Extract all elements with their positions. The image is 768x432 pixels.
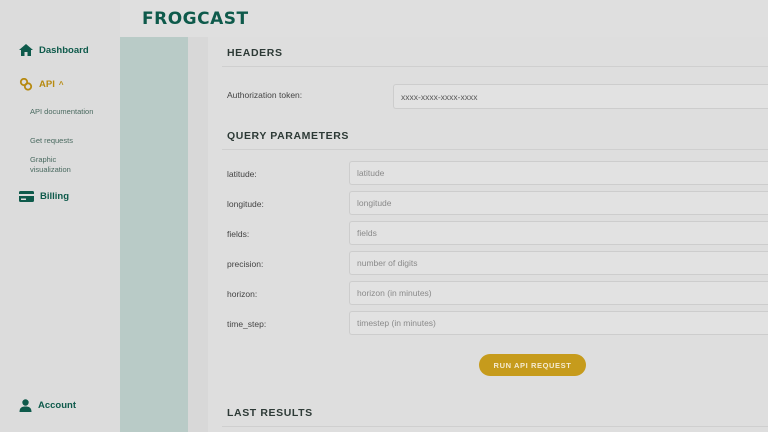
billing-icon <box>19 191 34 202</box>
section-title-query-parameters: QUERY PARAMETERS <box>227 130 350 142</box>
auth-token-label: Authorization token: <box>227 90 303 100</box>
sidebar <box>0 0 120 432</box>
horizon-input[interactable] <box>349 281 768 305</box>
logo-text: FROGCAST <box>142 9 249 29</box>
sidebar-item-billing[interactable]: Billing <box>19 191 69 202</box>
auth-token-input[interactable] <box>393 84 768 109</box>
section-title-headers: HEADERS <box>227 47 283 59</box>
time-step-input[interactable] <box>349 311 768 335</box>
home-icon <box>19 44 33 56</box>
sidebar-item-dashboard[interactable]: Dashboard <box>19 44 89 56</box>
panel-gutter <box>188 37 208 432</box>
latitude-input[interactable] <box>349 161 768 185</box>
latitude-label: latitude: <box>227 169 257 179</box>
divider <box>222 66 768 67</box>
sidebar-subitem-graphic-visualization[interactable]: Graphic visualization <box>30 155 90 174</box>
sidebar-item-account[interactable]: Account <box>19 399 76 412</box>
logo[interactable]: FROGCAST <box>142 9 249 29</box>
run-api-request-button[interactable]: RUN API REQUEST <box>479 354 586 376</box>
secondary-panel <box>120 37 188 432</box>
precision-input[interactable] <box>349 251 768 275</box>
fields-input[interactable] <box>349 221 768 245</box>
chevron-up-icon[interactable]: ^ <box>59 80 64 89</box>
divider <box>222 426 768 427</box>
api-icon <box>19 78 33 91</box>
sidebar-subitem-api-documentation[interactable]: API documentation <box>30 107 100 117</box>
sidebar-item-label: Dashboard <box>39 44 89 56</box>
fields-label: fields: <box>227 229 250 239</box>
time-step-label: time_step: <box>227 319 267 329</box>
sidebar-item-label: Account <box>38 400 76 411</box>
precision-label: precision: <box>227 259 264 269</box>
divider <box>222 149 768 150</box>
sidebar-item-api[interactable]: API ^ <box>19 78 64 91</box>
longitude-label: longitude: <box>227 199 264 209</box>
sidebar-subitem-get-requests[interactable]: Get requests <box>30 136 73 146</box>
sidebar-item-label: Billing <box>40 191 70 202</box>
longitude-input[interactable] <box>349 191 768 215</box>
user-icon <box>19 399 32 412</box>
section-title-last-results: LAST RESULTS <box>227 407 313 419</box>
horizon-label: horizon: <box>227 289 258 299</box>
sidebar-item-label: API <box>39 79 55 90</box>
